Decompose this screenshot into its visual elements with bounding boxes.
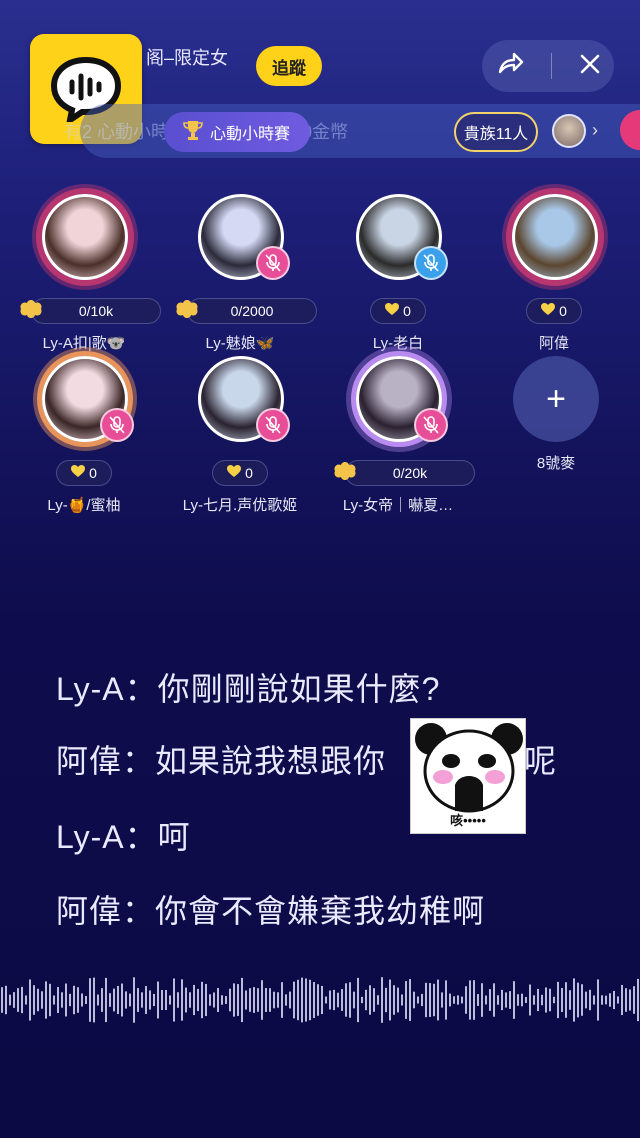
- gift-value-pill: 0: [526, 298, 582, 324]
- gift-value: 0: [89, 465, 97, 481]
- gift-value: 0/2000: [230, 303, 274, 319]
- gift-value: 0: [559, 303, 567, 319]
- panda-face-icon: [415, 723, 523, 813]
- mic-seat[interactable]: 0/20k Ly-女帝｜嚇夏…: [328, 356, 475, 516]
- gift-value-pill: 0/2000: [176, 298, 317, 324]
- gift-value: 0/20k: [392, 465, 428, 481]
- gift-value: 0: [403, 303, 411, 319]
- heart-icon: [385, 303, 400, 319]
- avatar-wrap: [512, 194, 598, 280]
- seat-name: Ly-七月.声优歌姬: [182, 497, 298, 514]
- noble-count-button[interactable]: 貴族11人: [454, 112, 538, 152]
- mic-off-icon: [256, 408, 290, 442]
- lyric-line-tail: 呢: [524, 743, 558, 779]
- avatar-wrap: [356, 356, 448, 442]
- mic-seat[interactable]: 0 Ly-老白: [328, 194, 468, 354]
- avatar-wrap: [198, 356, 290, 442]
- seat-name: 阿偉: [538, 335, 569, 352]
- trophy-icon: [18, 299, 44, 324]
- gift-value-pill: 0: [212, 460, 268, 486]
- avatar-wrap: [42, 194, 128, 280]
- mic-seat[interactable]: 0/10k Ly-A扣|歌🐨: [14, 194, 161, 354]
- mic-off-icon: [256, 246, 290, 280]
- divider: [550, 53, 552, 79]
- sticker-caption: 咳•••••: [450, 813, 486, 828]
- gift-value-pill: 0/20k: [334, 460, 475, 486]
- hour-race-pill[interactable]: 心動小時賽: [164, 112, 310, 152]
- panda-meme-sticker: 咳•••••: [410, 718, 526, 834]
- add-seat-button[interactable]: +: [513, 356, 599, 442]
- heart-icon: [541, 303, 556, 319]
- avatar[interactable]: [42, 194, 128, 280]
- seat-name: Ly-🍯/蜜柚: [47, 497, 121, 514]
- top-actions: [482, 40, 614, 92]
- audio-waveform: [1, 977, 639, 1023]
- lyric-line: 阿偉：你會不會嫌棄我幼稚啊: [56, 893, 486, 929]
- seat-name: Ly-老白: [372, 335, 424, 352]
- avatar[interactable]: [512, 194, 598, 280]
- heart-icon: [71, 465, 86, 481]
- follow-button[interactable]: 追蹤: [256, 46, 322, 86]
- avatar-wrap: [356, 194, 448, 280]
- mic-seat[interactable]: 0 阿偉: [484, 194, 624, 354]
- gift-value: 0/10k: [78, 303, 114, 319]
- mic-off-icon: [414, 246, 448, 280]
- chevron-right-icon[interactable]: ›: [592, 120, 598, 141]
- mic-off-icon: [100, 408, 134, 442]
- add-seat-label: 8號麥: [536, 455, 576, 472]
- seat-name: Ly-A扣|歌🐨: [42, 335, 126, 352]
- avatar-wrap: [42, 356, 134, 442]
- gift-value-pill: 0: [370, 298, 426, 324]
- seat-name: Ly-女帝｜嚇夏…: [342, 497, 454, 514]
- mic-seat[interactable]: 0/2000 Ly-魅娘🦋: [170, 194, 317, 354]
- share-icon[interactable]: [496, 52, 524, 81]
- lyric-line: Ly-A：你剛剛說如果什麼?: [56, 671, 441, 707]
- close-icon[interactable]: [579, 53, 601, 80]
- mic-off-icon: [414, 408, 448, 442]
- trophy-icon: [332, 461, 358, 486]
- noble-avatar[interactable]: [552, 114, 586, 148]
- trophy-icon: [182, 119, 204, 146]
- room-title: 阁–限定女: [146, 48, 229, 68]
- lyric-line: Ly-A：呵: [56, 819, 191, 855]
- gift-value-pill: 0/10k: [20, 298, 161, 324]
- mic-seat[interactable]: 0 Ly-七月.声优歌姬: [170, 356, 310, 516]
- lyric-line: 阿偉：如果說我想跟你: [56, 743, 387, 779]
- hour-race-label: 心動小時賽: [210, 126, 291, 143]
- gift-value: 0: [245, 465, 253, 481]
- gift-value-pill: 0: [56, 460, 112, 486]
- trophy-icon: [174, 299, 200, 324]
- heart-icon: [227, 465, 242, 481]
- avatar-wrap: [198, 194, 290, 280]
- mic-seat[interactable]: 0 Ly-🍯/蜜柚: [14, 356, 154, 516]
- seat-name: Ly-魅娘🦋: [205, 335, 275, 352]
